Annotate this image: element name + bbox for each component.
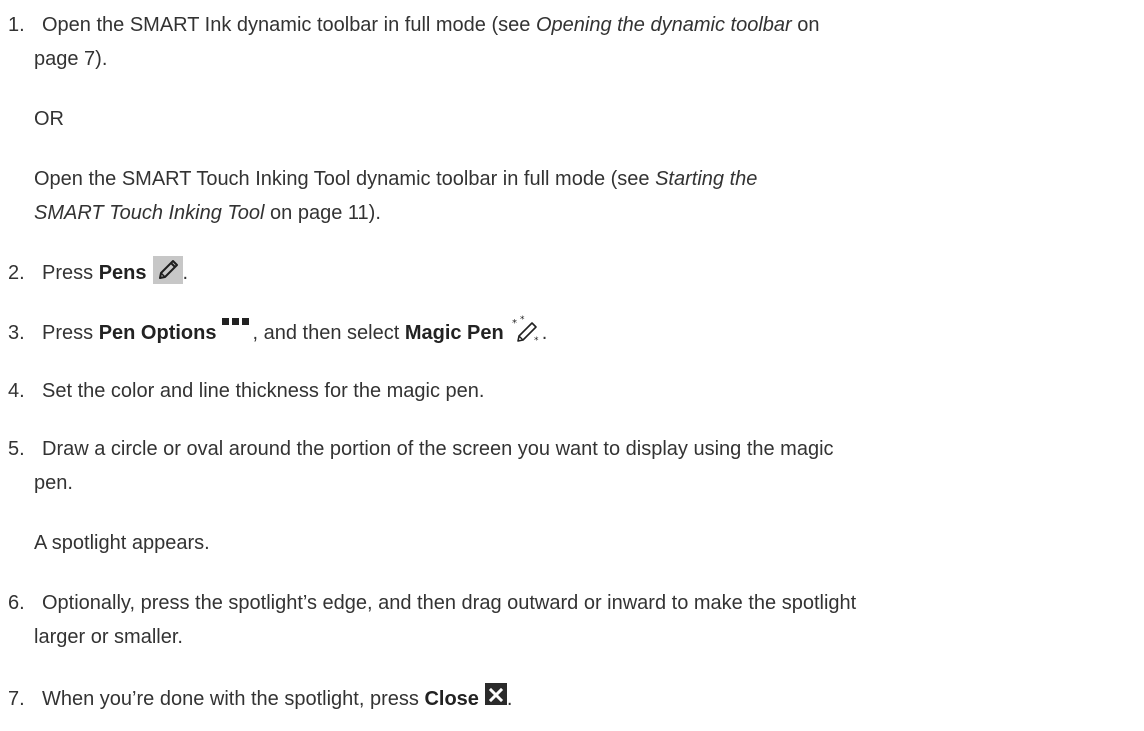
step-text: Press Pen Options, and then select Magic…: [42, 314, 548, 346]
pen-options-icon: [220, 317, 252, 330]
svg-text:*: *: [534, 336, 539, 345]
step-1-alternative-line-2: SMART Touch Inking Tool on page 11).: [34, 202, 381, 224]
step-5-line-2: pen.: [34, 472, 73, 494]
step-number: 5.: [8, 438, 25, 460]
step-1-line-2: page 7).: [34, 48, 108, 70]
step-text: Draw a circle or oval around the portion…: [42, 438, 834, 460]
step-text: Optionally, press the spotlight’s edge, …: [42, 592, 857, 614]
step-text: Press Pens.: [42, 255, 1118, 290]
svg-text:*: *: [520, 315, 525, 325]
close-icon: [484, 682, 507, 705]
ui-term: Magic Pen: [404, 322, 504, 344]
step-6-line-2: larger or smaller.: [34, 626, 183, 648]
ui-term: Pen Options: [98, 322, 217, 344]
step-5-result: A spotlight appears.: [34, 532, 210, 554]
cross-reference-link: Starting the: [655, 168, 758, 190]
step-number: 6.: [8, 592, 25, 614]
cross-reference-link: SMART Touch Inking Tool: [34, 202, 265, 224]
ui-term: Close: [424, 688, 479, 710]
ui-term: Pens: [98, 262, 147, 284]
svg-text:*: *: [512, 318, 517, 329]
pen-icon: [152, 255, 183, 284]
step-number: 3.: [8, 322, 25, 344]
step-1-or: OR: [34, 108, 64, 130]
step-text: Set the color and line thickness for the…: [42, 380, 485, 402]
procedure-document: 1. Open the SMART Ink dynamic toolbar in…: [0, 0, 1144, 731]
cross-reference-link: Opening the dynamic toolbar: [535, 14, 792, 36]
step-number: 2.: [8, 262, 25, 284]
magic-pen-icon: * * *: [510, 315, 542, 346]
step-number: 7.: [8, 688, 25, 710]
step-text: Open the SMART Ink dynamic toolbar in fu…: [42, 14, 820, 36]
step-number: 4.: [8, 380, 25, 402]
step-1-alternative: Open the SMART Touch Inking Tool dynamic…: [34, 168, 758, 190]
step-number: 1.: [8, 14, 25, 36]
step-text: When you’re done with the spotlight, pre…: [42, 682, 1118, 716]
